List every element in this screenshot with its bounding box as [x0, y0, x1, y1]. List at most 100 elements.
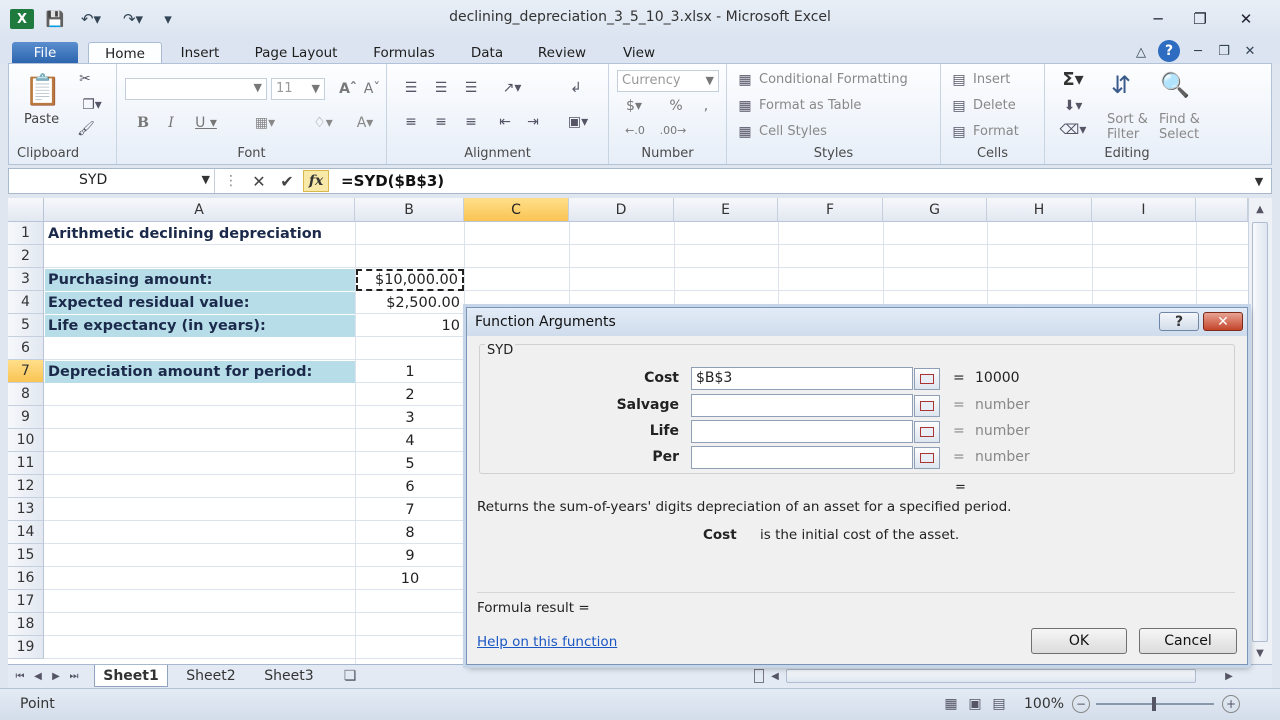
format-as-table-button[interactable]: Format as Table: [759, 98, 861, 113]
restore-icon[interactable]: ❐: [1180, 8, 1220, 30]
align-right-icon[interactable]: ≡: [461, 112, 481, 132]
increase-decimal-icon[interactable]: ←.0: [619, 120, 651, 140]
borders-icon[interactable]: ▦▾: [247, 112, 283, 134]
copy-icon[interactable]: ❐▾: [75, 96, 109, 114]
paste-label[interactable]: Paste: [24, 112, 59, 127]
period-cell[interactable]: 10: [356, 568, 464, 590]
tab-insert[interactable]: Insert: [170, 42, 230, 64]
cell-a3[interactable]: Purchasing amount:: [45, 269, 355, 291]
number-format-box[interactable]: Currency ▼: [617, 70, 719, 92]
per-input[interactable]: [691, 446, 913, 469]
cell-styles-icon[interactable]: ▦: [735, 122, 755, 142]
row-header[interactable]: 17: [8, 590, 44, 613]
cell-b5[interactable]: 10: [356, 315, 464, 337]
row-header[interactable]: 14: [8, 521, 44, 544]
scroll-down-icon[interactable]: ▼: [1252, 646, 1268, 660]
italic-icon[interactable]: I: [161, 112, 181, 134]
row-header[interactable]: 9: [8, 406, 44, 429]
row-header[interactable]: 11: [8, 452, 44, 475]
accounting-format-icon[interactable]: $ ▾: [619, 96, 649, 116]
format-cells-icon[interactable]: ▤: [949, 122, 969, 142]
period-cell[interactable]: 9: [356, 545, 464, 567]
expand-formula-bar-icon[interactable]: ▼: [1249, 172, 1269, 190]
insert-function-icon[interactable]: fx: [303, 170, 329, 192]
find-select-icon[interactable]: 🔍: [1157, 68, 1193, 102]
row-header[interactable]: 10: [8, 429, 44, 452]
select-all-button[interactable]: [8, 198, 44, 222]
period-cell[interactable]: 1: [356, 361, 464, 383]
row-header[interactable]: 8: [8, 383, 44, 406]
tab-home[interactable]: Home: [88, 42, 162, 64]
column-header-h[interactable]: H: [987, 198, 1092, 222]
autosum-icon[interactable]: Σ▾: [1055, 68, 1091, 90]
row-header[interactable]: 4: [8, 291, 44, 314]
align-middle-icon[interactable]: ☰: [431, 78, 451, 98]
font-size-box[interactable]: 11 ▼: [271, 78, 325, 100]
dialog-help-button[interactable]: ?: [1159, 312, 1199, 331]
insert-sheet-icon[interactable]: ❏: [338, 667, 362, 685]
tab-view[interactable]: View: [610, 42, 668, 64]
find-label[interactable]: Find &: [1159, 112, 1200, 127]
orientation-icon[interactable]: ↗▾: [495, 78, 529, 98]
align-top-icon[interactable]: ☰: [401, 78, 421, 98]
next-sheet-icon[interactable]: ▶: [48, 667, 64, 685]
column-header-next[interactable]: [1196, 198, 1248, 222]
help-icon[interactable]: ?: [1158, 40, 1180, 62]
comma-style-icon[interactable]: ,: [695, 96, 717, 116]
name-box[interactable]: SYD ▼: [9, 169, 215, 193]
row-header[interactable]: 16: [8, 567, 44, 590]
cell-a4[interactable]: Expected residual value:: [45, 292, 355, 314]
fill-color-icon[interactable]: ♢▾: [305, 112, 341, 134]
column-header-e[interactable]: E: [674, 198, 778, 222]
row-header[interactable]: 18: [8, 613, 44, 636]
format-as-table-icon[interactable]: ▦: [735, 96, 755, 116]
period-cell[interactable]: 5: [356, 453, 464, 475]
workbook-close-icon[interactable]: ✕: [1240, 41, 1260, 61]
help-on-function-link[interactable]: Help on this function: [477, 634, 617, 650]
workbook-minimize-icon[interactable]: ─: [1188, 41, 1208, 61]
cell-a7[interactable]: Depreciation amount for period:: [45, 361, 355, 383]
bold-icon[interactable]: B: [133, 112, 153, 134]
dialog-title-bar[interactable]: Function Arguments ? ✕: [467, 308, 1247, 336]
row-header[interactable]: 13: [8, 498, 44, 521]
column-header-f[interactable]: F: [778, 198, 883, 222]
page-break-view-icon[interactable]: ▤: [990, 695, 1008, 713]
zoom-level[interactable]: 100%: [1024, 696, 1064, 712]
formula-bar-handle-icon[interactable]: ⋮: [221, 171, 241, 191]
row-header[interactable]: 1: [8, 222, 44, 245]
period-cell[interactable]: 7: [356, 499, 464, 521]
zoom-slider-thumb[interactable]: [1152, 697, 1156, 711]
column-header-d[interactable]: D: [569, 198, 674, 222]
column-header-c[interactable]: C: [464, 198, 569, 222]
conditional-formatting-icon[interactable]: ▦: [735, 70, 755, 90]
sheet-tab-sheet3[interactable]: Sheet3: [252, 665, 326, 687]
row-header[interactable]: 5: [8, 314, 44, 337]
tab-page-layout[interactable]: Page Layout: [244, 42, 348, 64]
row-header[interactable]: 6: [8, 337, 44, 360]
cancel-entry-icon[interactable]: ✕: [249, 171, 269, 191]
row-header[interactable]: 3: [8, 268, 44, 291]
period-cell[interactable]: 8: [356, 522, 464, 544]
sheet-tab-sheet2[interactable]: Sheet2: [174, 665, 248, 687]
select-label[interactable]: Select: [1159, 127, 1199, 142]
dialog-close-icon[interactable]: ✕: [1203, 312, 1243, 331]
merge-center-icon[interactable]: ▣▾: [561, 112, 595, 132]
cell-styles-button[interactable]: Cell Styles: [759, 124, 827, 139]
collapse-dialog-icon[interactable]: [914, 421, 940, 443]
close-icon[interactable]: ✕: [1226, 8, 1266, 30]
filter-label[interactable]: Filter: [1107, 127, 1139, 142]
insert-cells-icon[interactable]: ▤: [949, 70, 969, 90]
scroll-left-icon[interactable]: ◀: [768, 668, 782, 684]
decrease-decimal-icon[interactable]: .00→: [657, 120, 689, 140]
cell-a5[interactable]: Life expectancy (in years):: [45, 315, 355, 337]
ok-button[interactable]: OK: [1031, 628, 1127, 654]
scroll-thumb[interactable]: [1252, 222, 1268, 642]
cell-a1[interactable]: Arithmetic declining depreciation: [45, 223, 465, 245]
wrap-text-icon[interactable]: ↲: [565, 78, 587, 98]
align-center-icon[interactable]: ≡: [431, 112, 451, 132]
cancel-button[interactable]: Cancel: [1139, 628, 1237, 654]
minimize-icon[interactable]: ─: [1138, 8, 1178, 30]
align-bottom-icon[interactable]: ☰: [461, 78, 481, 98]
format-painter-icon[interactable]: 🖌: [75, 120, 97, 138]
cut-icon[interactable]: ✂: [75, 70, 95, 88]
